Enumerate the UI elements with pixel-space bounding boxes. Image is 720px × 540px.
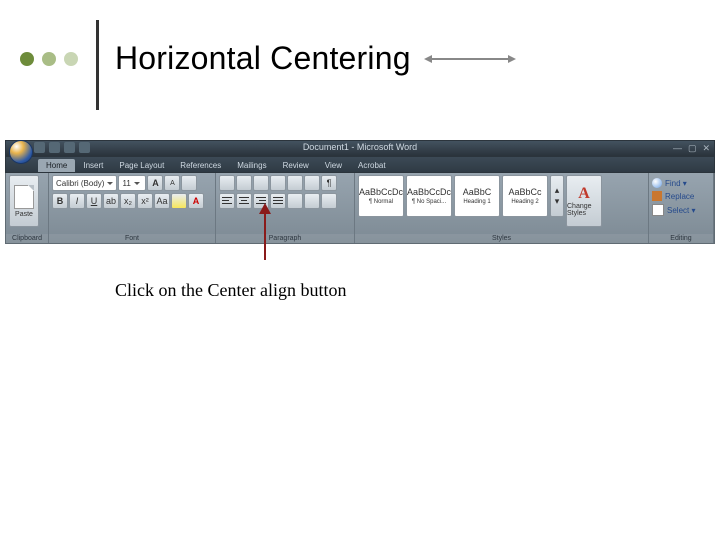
bullets-button[interactable] bbox=[219, 175, 235, 191]
style-sample: AaBbCc bbox=[508, 187, 541, 197]
group-clipboard: Paste Clipboard bbox=[6, 173, 49, 243]
grow-font-button[interactable]: A bbox=[147, 175, 163, 191]
highlight-button[interactable] bbox=[171, 193, 187, 209]
select-label: Select ▾ bbox=[667, 206, 695, 215]
tab-mailings[interactable]: Mailings bbox=[229, 159, 274, 172]
style-name: ¶ Normal bbox=[369, 199, 393, 205]
callout-arrow bbox=[264, 212, 266, 260]
style-heading-1[interactable]: AaBbC Heading 1 bbox=[454, 175, 500, 217]
group-label: Paragraph bbox=[216, 234, 354, 243]
paste-icon bbox=[14, 185, 34, 209]
change-styles-button[interactable]: AChange Styles bbox=[566, 175, 602, 227]
borders-button[interactable] bbox=[321, 193, 337, 209]
change-styles-label: Change Styles bbox=[567, 203, 601, 217]
style-name: ¶ No Spaci... bbox=[412, 199, 446, 205]
window-buttons: — ▢ ✕ bbox=[673, 143, 710, 154]
word-window: Document1 - Microsoft Word — ▢ ✕ HomeIns… bbox=[5, 140, 715, 255]
tab-references[interactable]: References bbox=[172, 159, 229, 172]
paste-label: Paste bbox=[15, 211, 33, 218]
find-label: Find ▾ bbox=[665, 179, 687, 188]
group-editing: Find ▾ Replace Select ▾ Editing bbox=[649, 173, 714, 243]
multilevel-button[interactable] bbox=[253, 175, 269, 191]
style-sample: AaBbCcDc bbox=[359, 187, 403, 197]
font-size-combo[interactable]: 11 bbox=[118, 175, 146, 191]
find-button[interactable]: Find ▾ bbox=[652, 178, 687, 188]
line-spacing-button[interactable] bbox=[287, 193, 303, 209]
replace-icon bbox=[652, 191, 662, 201]
group-paragraph: ¶ Paragraph bbox=[216, 173, 355, 243]
align-left-button[interactable] bbox=[219, 193, 235, 209]
style-sample: AaBbC bbox=[463, 187, 492, 197]
ribbon: Paste Clipboard Calibri (Body) 11 A A B … bbox=[5, 173, 715, 244]
select-icon bbox=[652, 204, 664, 216]
underline-button[interactable]: U bbox=[86, 193, 102, 209]
style--no-spaci-[interactable]: AaBbCcDc ¶ No Spaci... bbox=[406, 175, 452, 217]
styles-more-button[interactable]: ▴▾ bbox=[550, 175, 564, 217]
justify-button[interactable] bbox=[270, 193, 286, 209]
style-sample: AaBbCcDc bbox=[407, 187, 451, 197]
superscript-button[interactable]: x² bbox=[137, 193, 153, 209]
tab-home[interactable]: Home bbox=[38, 159, 75, 172]
replace-label: Replace bbox=[665, 192, 694, 201]
tab-view[interactable]: View bbox=[317, 159, 350, 172]
text-effects-button[interactable]: Aa bbox=[154, 193, 170, 209]
paste-button[interactable]: Paste bbox=[9, 175, 39, 227]
numbering-button[interactable] bbox=[236, 175, 252, 191]
maximize-button[interactable]: ▢ bbox=[688, 143, 697, 154]
window-title: Document1 - Microsoft Word bbox=[6, 142, 714, 152]
dot bbox=[20, 52, 34, 66]
vertical-divider bbox=[96, 20, 99, 110]
tab-page-layout[interactable]: Page Layout bbox=[111, 159, 172, 172]
change-styles-icon: A bbox=[578, 185, 590, 203]
shrink-font-button[interactable]: A bbox=[164, 175, 180, 191]
title-bar: Document1 - Microsoft Word — ▢ ✕ bbox=[5, 140, 715, 157]
style-heading-2[interactable]: AaBbCc Heading 2 bbox=[502, 175, 548, 217]
slide-title: Horizontal Centering bbox=[115, 40, 411, 77]
show-marks-button[interactable]: ¶ bbox=[321, 175, 337, 191]
group-font: Calibri (Body) 11 A A B I U ab x₂ x² Aa … bbox=[49, 173, 216, 243]
arrow-decoration bbox=[430, 58, 510, 60]
bold-button[interactable]: B bbox=[52, 193, 68, 209]
dot bbox=[42, 52, 56, 66]
style-name: Heading 2 bbox=[511, 199, 538, 205]
instruction-text: Click on the Center align button bbox=[115, 280, 346, 301]
tab-insert[interactable]: Insert bbox=[75, 159, 111, 172]
group-label: Clipboard bbox=[6, 234, 48, 243]
tab-acrobat[interactable]: Acrobat bbox=[350, 159, 394, 172]
close-button[interactable]: ✕ bbox=[702, 143, 710, 154]
find-icon bbox=[652, 178, 662, 188]
chevron-down-icon: ▾ bbox=[555, 196, 560, 207]
strike-button[interactable]: ab bbox=[103, 193, 119, 209]
slide-header: Horizontal Centering bbox=[0, 40, 720, 100]
tab-review[interactable]: Review bbox=[275, 159, 317, 172]
style-name: Heading 1 bbox=[463, 199, 490, 205]
decrease-indent-button[interactable] bbox=[270, 175, 286, 191]
minimize-button[interactable]: — bbox=[673, 143, 682, 154]
increase-indent-button[interactable] bbox=[287, 175, 303, 191]
replace-button[interactable]: Replace bbox=[652, 191, 694, 201]
select-button[interactable]: Select ▾ bbox=[652, 204, 695, 216]
ribbon-tabs: HomeInsertPage LayoutReferencesMailingsR… bbox=[5, 157, 715, 173]
italic-button[interactable]: I bbox=[69, 193, 85, 209]
font-color-button[interactable]: A bbox=[188, 193, 204, 209]
subscript-button[interactable]: x₂ bbox=[120, 193, 136, 209]
clear-formatting-button[interactable] bbox=[181, 175, 197, 191]
office-button[interactable] bbox=[9, 140, 33, 164]
group-styles: AaBbCcDc¶ NormalAaBbCcDc¶ No Spaci...AaB… bbox=[355, 173, 649, 243]
style--normal[interactable]: AaBbCcDc ¶ Normal bbox=[358, 175, 404, 217]
group-label: Styles bbox=[355, 234, 648, 243]
font-family-combo[interactable]: Calibri (Body) bbox=[52, 175, 117, 191]
bullet-dots bbox=[20, 52, 78, 66]
group-label: Editing bbox=[649, 234, 713, 243]
align-center-button[interactable] bbox=[236, 193, 252, 209]
group-label: Font bbox=[49, 234, 215, 243]
dot bbox=[64, 52, 78, 66]
sort-button[interactable] bbox=[304, 175, 320, 191]
chevron-up-icon: ▴ bbox=[555, 185, 560, 196]
shading-button[interactable] bbox=[304, 193, 320, 209]
